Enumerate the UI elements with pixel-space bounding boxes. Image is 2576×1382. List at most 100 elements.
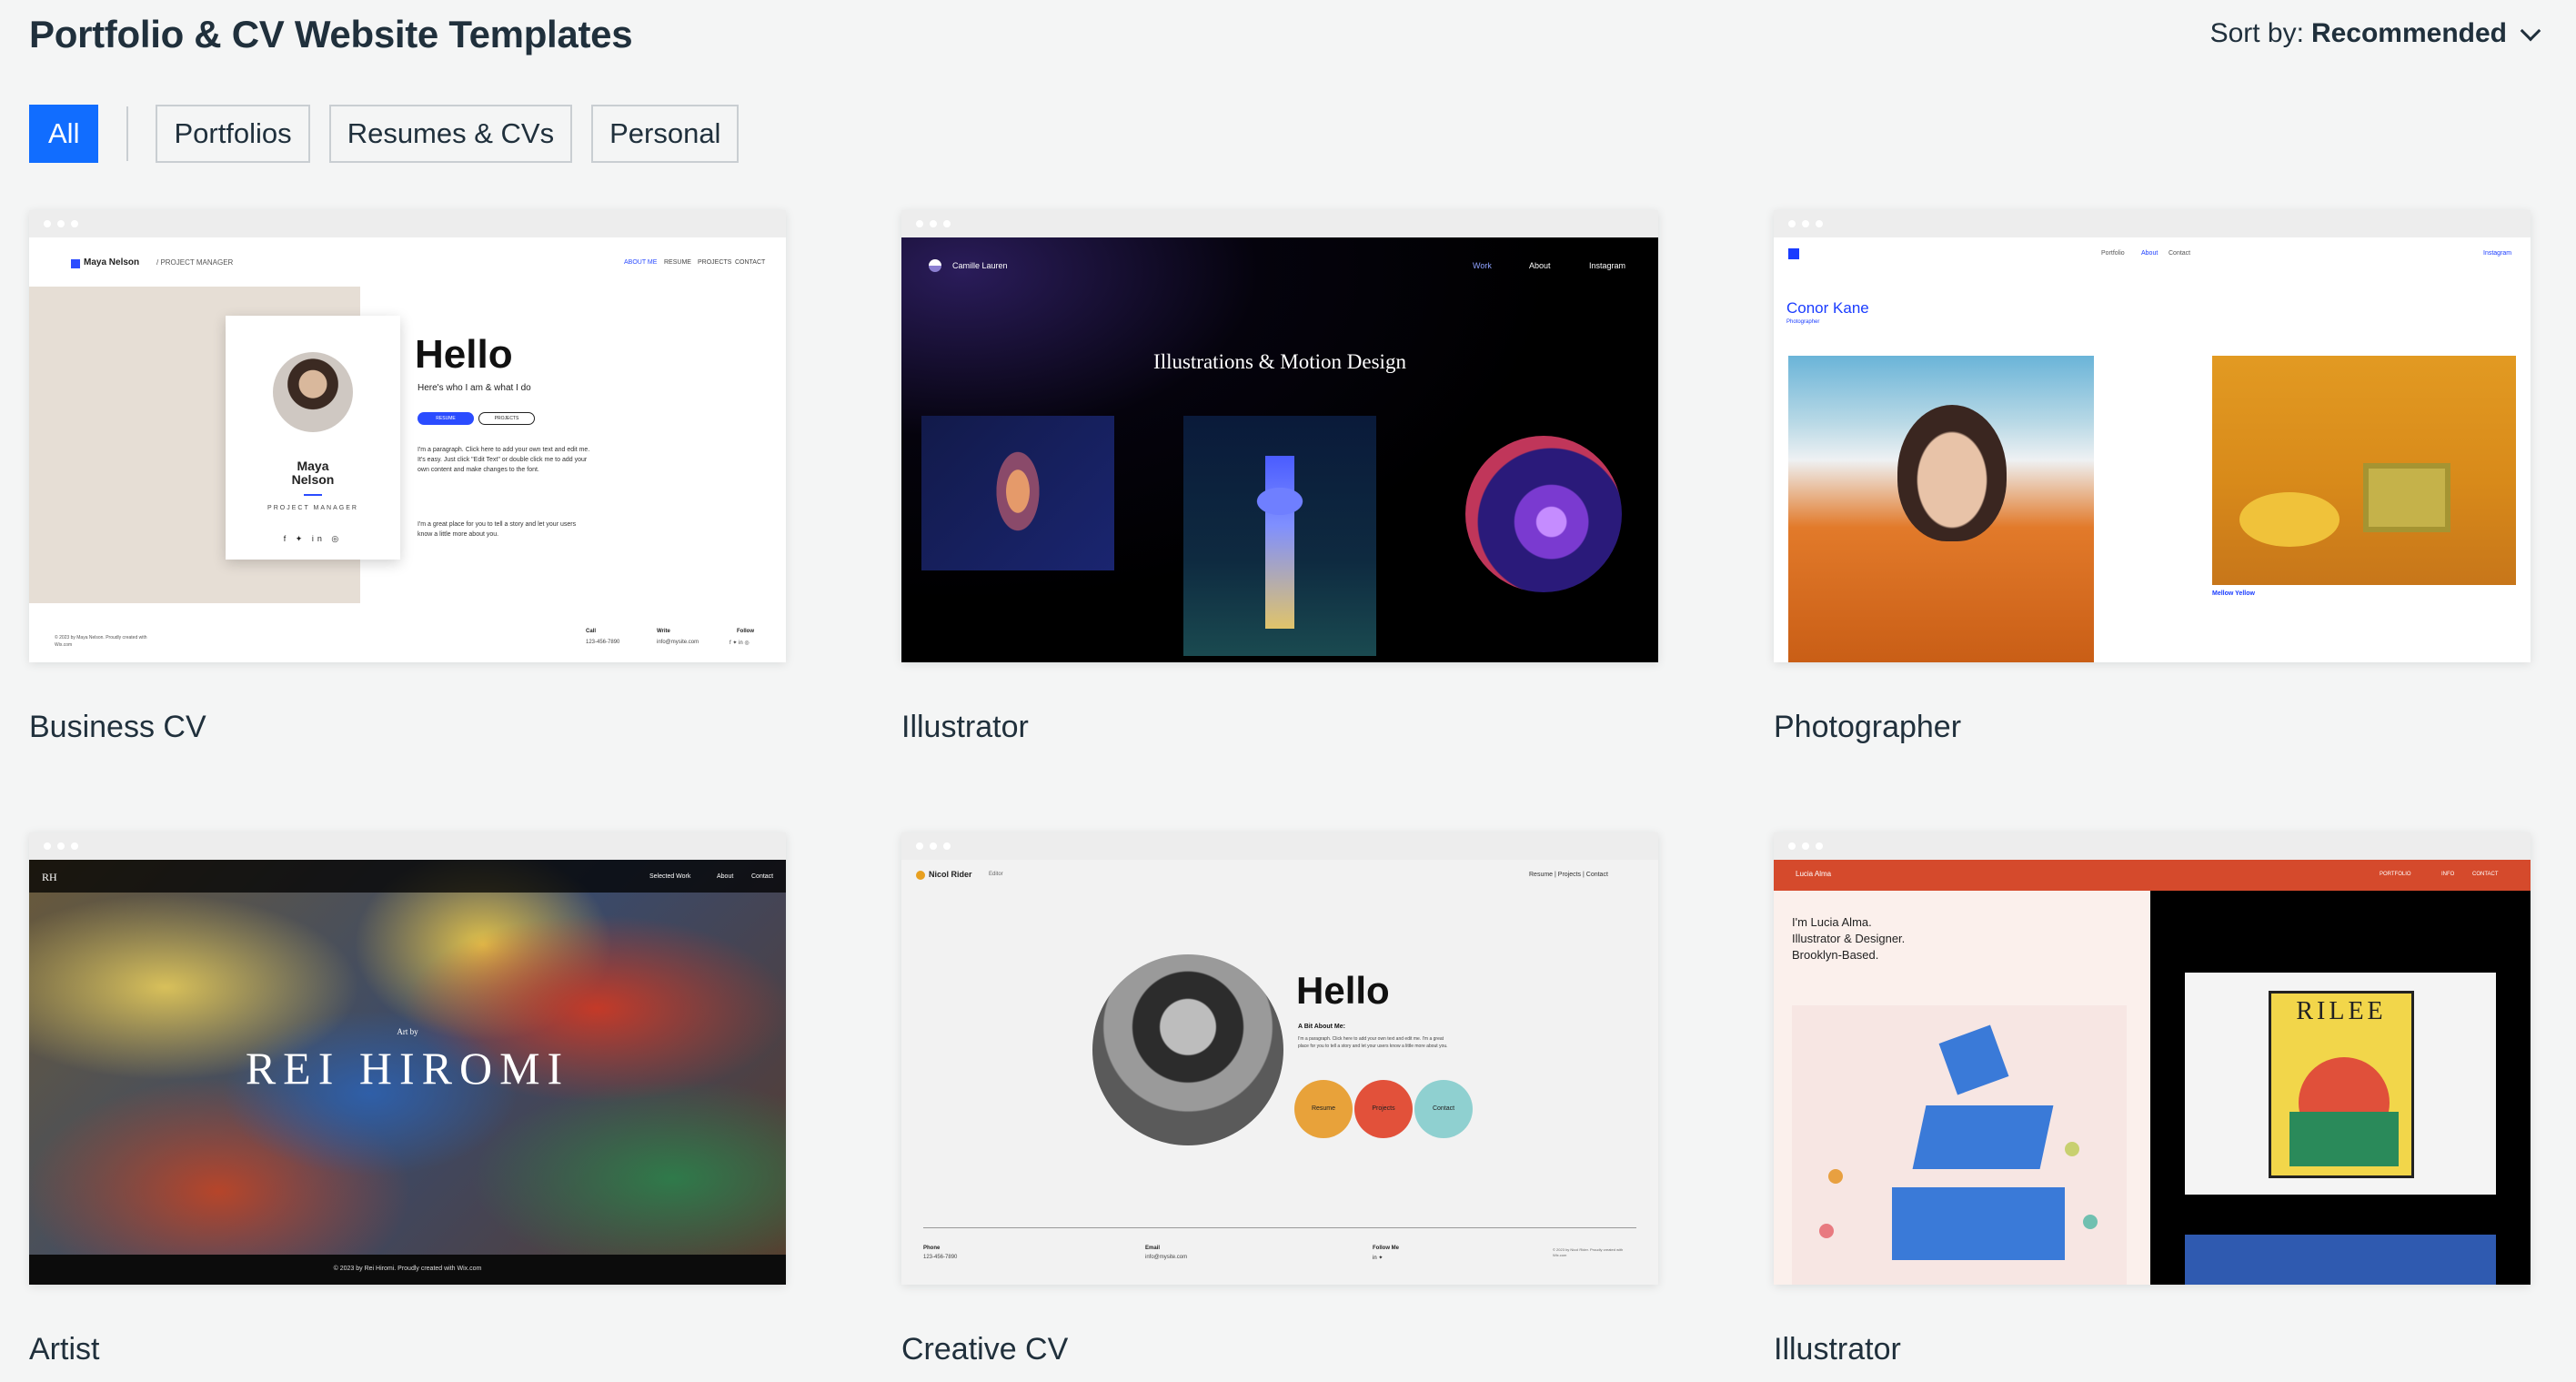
template-card[interactable]: Nicol Rider Editor Resume | Projects | C…	[901, 832, 1658, 1367]
cup-shape	[1938, 1024, 2009, 1095]
preview-footer-value: 123-456-7890	[586, 640, 620, 645]
preview-role: Editor	[989, 872, 1003, 877]
template-card[interactable]: Camille Lauren Work About Instagram Illu…	[901, 210, 1658, 745]
artwork-tile	[2185, 1235, 2496, 1285]
filter-portfolios[interactable]: Portfolios	[156, 105, 310, 163]
preview-nav-item: INFO	[2441, 872, 2455, 877]
preview-footer-value: info@mysite.com	[1145, 1255, 1188, 1260]
template-thumbnail[interactable]: Lucia Alma PORTFOLIO INFO CONTACT I'm Lu…	[1774, 832, 2531, 1285]
template-preview: Portfolio About Contact Instagram Conor …	[1774, 237, 2531, 662]
poster: RILEE	[2269, 991, 2414, 1178]
preview-nav-item: CONTACT	[2472, 872, 2499, 877]
template-preview: Maya Nelson / PROJECT MANAGER ABOUT ME R…	[29, 237, 786, 662]
sort-dropdown[interactable]: Sort by: Recommended	[2210, 18, 2541, 49]
preview-subheading: A Bit About Me:	[1298, 1024, 1345, 1030]
preview-footer-label: Phone	[923, 1246, 941, 1251]
preview-heading: Hello	[415, 332, 513, 377]
template-title[interactable]: Creative CV	[901, 1332, 1658, 1367]
tv-shape	[2363, 463, 2450, 532]
filter-divider	[126, 106, 129, 161]
preview-nav-item: Contact	[2168, 250, 2191, 257]
preview-footer-value: 123-456-7890	[923, 1255, 958, 1260]
preview-brand: RH	[42, 871, 57, 883]
preview-nav-item: Work	[1473, 261, 1492, 270]
filter-all[interactable]: All	[29, 105, 99, 163]
social-icons: f ✦ in ◎	[283, 534, 343, 543]
preview-footer-label: Follow Me	[1373, 1246, 1399, 1251]
preview-footer-label: Write	[657, 629, 670, 634]
preview-footer-label: Call	[586, 629, 597, 634]
preview-nav-item: PROJECTS	[698, 259, 732, 266]
profile-card: Maya Nelson PROJECT MANAGER f ✦ in ◎	[226, 316, 400, 560]
preview-nav-item: Contact	[751, 873, 774, 880]
sort-value: Recommended	[2310, 18, 2507, 48]
template-card[interactable]: Portfolio About Contact Instagram Conor …	[1774, 210, 2531, 745]
template-title[interactable]: Artist	[29, 1332, 786, 1367]
template-card[interactable]: RH Selected Work About Contact Art by RE…	[29, 832, 786, 1367]
preview-heading: REI HIROMI	[245, 1043, 570, 1094]
preview-nav-item: PORTFOLIO	[2380, 872, 2411, 877]
preview-heading: Hello	[1296, 969, 1390, 1012]
template-title[interactable]: Illustrator	[1774, 1332, 2531, 1367]
portrait-photo	[1788, 356, 2094, 662]
template-title[interactable]: Illustrator	[901, 710, 1658, 745]
moth-shape	[991, 441, 1045, 541]
page-title: Portfolio & CV Website Templates	[29, 13, 633, 55]
preview-navbar	[1774, 860, 2531, 891]
preview-nav-item: Selected Work	[649, 873, 691, 880]
preview-role: Photographer	[1786, 319, 1820, 325]
template-preview: RH Selected Work About Contact Art by RE…	[29, 860, 786, 1285]
browser-chrome	[901, 210, 1658, 237]
preview-nav-item: About	[2141, 250, 2158, 257]
logo-circle	[929, 259, 941, 272]
preview-footer-text: © 2023 by Maya Nelson. Proudly created w…	[55, 635, 147, 648]
preview-social-link: Instagram	[2483, 250, 2512, 257]
preview-circle-button: Projects	[1354, 1080, 1413, 1138]
preview-caption: Mellow Yellow	[2212, 590, 2255, 597]
preview-nav-item: ABOUT ME	[624, 259, 658, 266]
preview-nav-item: RESUME	[664, 259, 691, 266]
template-thumbnail[interactable]: Nicol Rider Editor Resume | Projects | C…	[901, 832, 1658, 1285]
preview-nav-item: Portfolio	[2101, 250, 2125, 257]
artwork-tile	[921, 416, 1114, 570]
face-shape	[1897, 405, 2007, 541]
filter-resumes-cvs[interactable]: Resumes & CVs	[328, 105, 573, 163]
template-thumbnail[interactable]: Maya Nelson / PROJECT MANAGER ABOUT ME R…	[29, 210, 786, 662]
preview-paragraph: I'm a paragraph. Click here to add your …	[418, 447, 590, 473]
template-thumbnail[interactable]: Camille Lauren Work About Instagram Illu…	[901, 210, 1658, 662]
dot	[1819, 1224, 1834, 1238]
template-card[interactable]: Lucia Alma PORTFOLIO INFO CONTACT I'm Lu…	[1774, 832, 2531, 1367]
browser-chrome	[1774, 832, 2531, 860]
preview-intro-line: Illustrator & Designer.	[1792, 932, 1906, 945]
browser-chrome	[1774, 210, 2531, 237]
template-title[interactable]: Business CV	[29, 710, 786, 745]
preview-footer-text: © 2023 by Rei Hiromi. Proudly created wi…	[333, 1266, 482, 1272]
template-thumbnail[interactable]: Portfolio About Contact Instagram Conor …	[1774, 210, 2531, 662]
artwork-tile	[1792, 1005, 2127, 1285]
profile-photo	[273, 352, 353, 432]
browser-chrome	[901, 832, 1658, 860]
template-card[interactable]: Maya Nelson / PROJECT MANAGER ABOUT ME R…	[29, 210, 786, 745]
preview-footer-value: in ✦	[1373, 1256, 1384, 1261]
profile-role: PROJECT MANAGER	[267, 505, 358, 511]
preview-footer-label: Email	[1145, 1246, 1161, 1251]
shell-orb	[1465, 436, 1622, 592]
preview-paragraph: I'm a great place for you to tell a stor…	[418, 521, 577, 538]
flower-bloom	[1234, 474, 1325, 529]
browser-chrome	[29, 210, 786, 237]
still-life-photo	[2212, 356, 2516, 585]
preview-brand: Conor Kane	[1786, 299, 1869, 317]
poster-backdrop: RILEE	[2185, 973, 2496, 1195]
logo-circle	[916, 871, 925, 880]
preview-nav-item: About	[717, 873, 734, 880]
template-title[interactable]: Photographer	[1774, 710, 2531, 745]
template-thumbnail[interactable]: RH Selected Work About Contact Art by RE…	[29, 832, 786, 1285]
filter-bar: All Portfolios Resumes & CVs Personal	[29, 105, 758, 163]
preview-brand: Camille Lauren	[952, 261, 1008, 270]
profile-name: Maya Nelson	[291, 459, 335, 487]
filter-personal[interactable]: Personal	[591, 105, 740, 163]
preview-subheading: Here's who I am & what I do	[418, 383, 531, 393]
template-preview: Lucia Alma PORTFOLIO INFO CONTACT I'm Lu…	[1774, 860, 2531, 1285]
dot	[1828, 1169, 1843, 1184]
preview-nav-item: About	[1529, 261, 1551, 270]
